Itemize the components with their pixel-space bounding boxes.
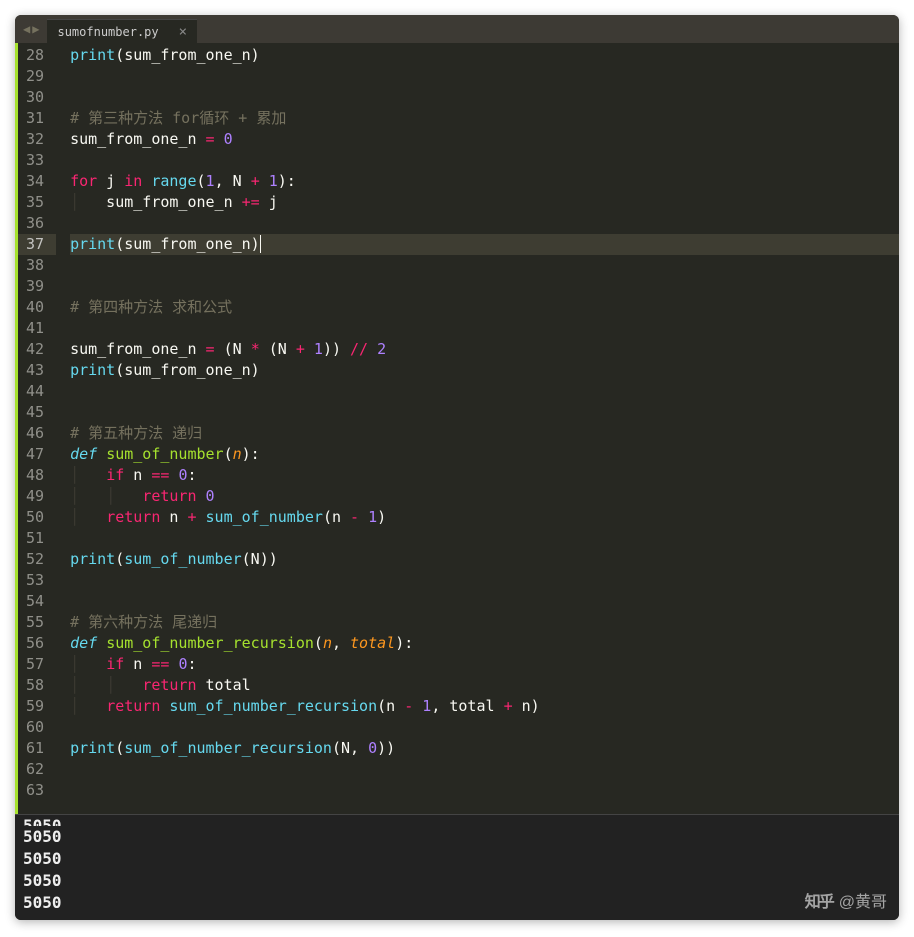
line-number[interactable]: 37 <box>18 234 56 255</box>
output-console: 5050 5050 5050 5050 5050 知乎 @黄哥 <box>15 814 899 920</box>
line-number[interactable]: 46 <box>26 423 44 444</box>
nav-arrows: ◀ ▶ <box>23 22 39 36</box>
line-number[interactable]: 63 <box>26 780 44 801</box>
line-number[interactable]: 31 <box>26 108 44 129</box>
code-line[interactable]: # 第三种方法 for循环 + 累加 <box>70 108 899 129</box>
line-number[interactable]: 39 <box>26 276 44 297</box>
code-line[interactable]: │ return sum_of_number_recursion(n - 1, … <box>70 696 899 717</box>
code-line[interactable]: print(sum_of_number_recursion(N, 0)) <box>70 738 899 759</box>
file-tab[interactable]: sumofnumber.py × <box>47 19 197 43</box>
code-line[interactable]: for j in range(1, N + 1): <box>70 171 899 192</box>
line-number[interactable]: 45 <box>26 402 44 423</box>
line-number[interactable]: 29 <box>26 66 44 87</box>
line-number[interactable]: 40 <box>26 297 44 318</box>
titlebar: ◀ ▶ sumofnumber.py × <box>15 15 899 43</box>
code-area[interactable]: print(sum_from_one_n)# 第三种方法 for循环 + 累加s… <box>56 43 899 814</box>
line-number[interactable]: 49 <box>26 486 44 507</box>
code-line[interactable] <box>70 87 899 108</box>
watermark-text: @黄哥 <box>839 892 887 914</box>
code-line[interactable]: │ if n == 0: <box>70 654 899 675</box>
code-line[interactable] <box>70 759 899 780</box>
code-line[interactable]: # 第六种方法 尾递归 <box>70 612 899 633</box>
watermark: 知乎 @黄哥 <box>805 892 887 914</box>
line-number[interactable]: 56 <box>26 633 44 654</box>
line-number[interactable]: 41 <box>26 318 44 339</box>
line-number[interactable]: 51 <box>26 528 44 549</box>
code-line[interactable] <box>70 150 899 171</box>
watermark-logo: 知乎 <box>805 892 833 914</box>
line-number[interactable]: 60 <box>26 717 44 738</box>
code-line[interactable] <box>70 66 899 87</box>
code-line[interactable] <box>70 717 899 738</box>
code-line[interactable]: sum_from_one_n = 0 <box>70 129 899 150</box>
code-line[interactable] <box>70 276 899 297</box>
code-line[interactable]: print(sum_from_one_n) <box>70 360 899 381</box>
console-line: 5050 <box>23 892 891 914</box>
line-number[interactable]: 57 <box>26 654 44 675</box>
code-line[interactable] <box>70 255 899 276</box>
code-line[interactable]: │ if n == 0: <box>70 465 899 486</box>
line-number[interactable]: 34 <box>26 171 44 192</box>
line-number[interactable]: 36 <box>26 213 44 234</box>
line-number[interactable]: 55 <box>26 612 44 633</box>
code-line[interactable]: │ sum_from_one_n += j <box>70 192 899 213</box>
code-line[interactable] <box>70 381 899 402</box>
tab-close-icon[interactable]: × <box>179 24 187 40</box>
line-number[interactable]: 28 <box>26 45 44 66</box>
code-line[interactable]: def sum_of_number(n): <box>70 444 899 465</box>
line-number[interactable]: 52 <box>26 549 44 570</box>
code-line[interactable] <box>70 528 899 549</box>
code-line[interactable]: │ │ return total <box>70 675 899 696</box>
line-number[interactable]: 59 <box>26 696 44 717</box>
line-number[interactable]: 62 <box>26 759 44 780</box>
code-line[interactable] <box>70 570 899 591</box>
console-line: 5050 <box>23 826 891 848</box>
line-number[interactable]: 50 <box>26 507 44 528</box>
code-line[interactable] <box>70 780 899 801</box>
console-line: 5050 <box>23 815 891 826</box>
line-number[interactable]: 44 <box>26 381 44 402</box>
code-line[interactable]: │ │ return 0 <box>70 486 899 507</box>
line-number[interactable]: 30 <box>26 87 44 108</box>
code-line[interactable] <box>70 402 899 423</box>
console-line: 5050 <box>23 848 891 870</box>
line-number[interactable]: 32 <box>26 129 44 150</box>
code-line[interactable]: def sum_of_number_recursion(n, total): <box>70 633 899 654</box>
code-line[interactable]: # 第五种方法 递归 <box>70 423 899 444</box>
line-number[interactable]: 35 <box>26 192 44 213</box>
code-line[interactable] <box>70 318 899 339</box>
console-line: 5050 <box>23 870 891 892</box>
editor-window: ◀ ▶ sumofnumber.py × 2829303132333435363… <box>15 15 899 920</box>
nav-forward-icon[interactable]: ▶ <box>32 22 39 36</box>
line-number[interactable]: 58 <box>26 675 44 696</box>
code-line[interactable]: print(sum_of_number(N)) <box>70 549 899 570</box>
line-number[interactable]: 61 <box>26 738 44 759</box>
line-number-gutter: 2829303132333435363738394041424344454647… <box>18 43 56 814</box>
line-number[interactable]: 42 <box>26 339 44 360</box>
line-number[interactable]: 33 <box>26 150 44 171</box>
line-number[interactable]: 47 <box>26 444 44 465</box>
code-line[interactable] <box>70 591 899 612</box>
code-line[interactable]: # 第四种方法 求和公式 <box>70 297 899 318</box>
code-line[interactable]: print(sum_from_one_n) <box>70 45 899 66</box>
nav-back-icon[interactable]: ◀ <box>23 22 30 36</box>
code-line[interactable]: │ return n + sum_of_number(n - 1) <box>70 507 899 528</box>
line-number[interactable]: 54 <box>26 591 44 612</box>
code-line[interactable] <box>70 213 899 234</box>
editor-body: 2829303132333435363738394041424344454647… <box>15 43 899 814</box>
code-line[interactable]: sum_from_one_n = (N * (N + 1)) // 2 <box>70 339 899 360</box>
line-number[interactable]: 38 <box>26 255 44 276</box>
tab-filename: sumofnumber.py <box>57 25 158 39</box>
line-number[interactable]: 48 <box>26 465 44 486</box>
line-number[interactable]: 43 <box>26 360 44 381</box>
code-line[interactable]: print(sum_from_one_n) <box>70 234 899 255</box>
line-number[interactable]: 53 <box>26 570 44 591</box>
